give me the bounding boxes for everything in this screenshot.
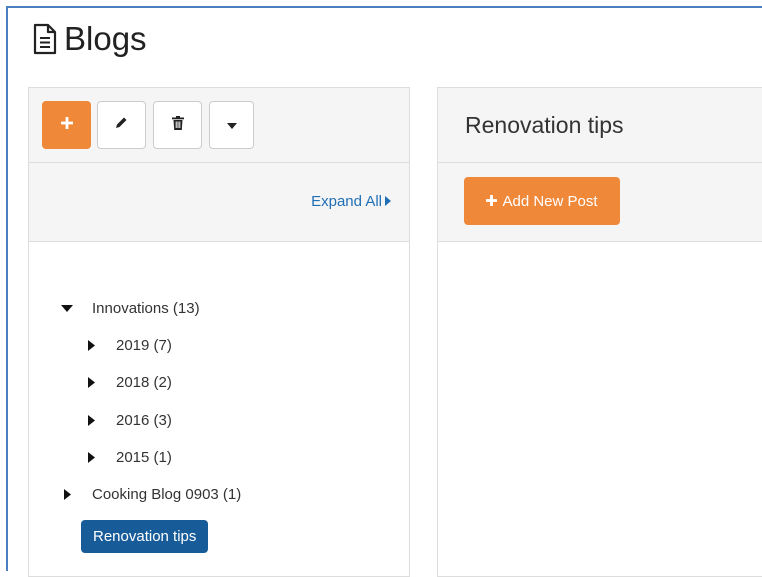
- expand-all-label: Expand All: [311, 193, 382, 210]
- plus-icon: [486, 193, 498, 210]
- tree-node-2019[interactable]: 2019 (7): [84, 337, 172, 354]
- blog-detail-panel: Renovation tips Add New Post: [437, 87, 762, 577]
- add-new-post-label: Add New Post: [502, 192, 598, 210]
- caret-right-icon[interactable]: [84, 377, 98, 388]
- tree-node-cooking-blog[interactable]: Cooking Blog 0903 (1): [60, 486, 241, 503]
- caret-right-icon: [385, 193, 391, 210]
- delete-button[interactable]: [153, 101, 202, 149]
- tree-node-label: 2016 (3): [116, 412, 172, 429]
- pencil-icon: [115, 116, 128, 134]
- add-new-post-button[interactable]: Add New Post: [464, 177, 620, 225]
- tree-controls: Expand All: [29, 163, 409, 242]
- caret-right-icon[interactable]: [84, 452, 98, 463]
- detail-toolbar: Add New Post: [438, 163, 762, 242]
- tree-node-label: 2018 (2): [116, 374, 172, 391]
- caret-right-icon[interactable]: [84, 340, 98, 351]
- tree-node-label: Cooking Blog 0903 (1): [92, 486, 242, 503]
- page-title: Blogs: [32, 20, 147, 58]
- caret-right-icon[interactable]: [84, 415, 98, 426]
- document-icon: [32, 23, 58, 55]
- caret-down-icon: [226, 116, 237, 134]
- tree-node-innovations[interactable]: Innovations (13): [60, 300, 200, 317]
- detail-title: Renovation tips: [465, 112, 624, 138]
- tree-node-label: 2015 (1): [116, 449, 172, 466]
- caret-right-icon[interactable]: [60, 489, 74, 500]
- add-button[interactable]: [42, 101, 91, 149]
- expand-all-link[interactable]: Expand All: [311, 193, 391, 210]
- edit-button[interactable]: [97, 101, 146, 149]
- caret-down-icon[interactable]: [60, 305, 74, 312]
- tree-node-renovation-tips-selected[interactable]: Renovation tips: [81, 520, 209, 553]
- plus-icon: [60, 116, 73, 134]
- tree-node-2018[interactable]: 2018 (2): [84, 374, 172, 391]
- tree-node-label: Innovations (13): [92, 300, 200, 317]
- tree-node-label: 2019 (7): [116, 337, 172, 354]
- more-dropdown-button[interactable]: [209, 101, 254, 149]
- page-title-text: Blogs: [64, 20, 147, 57]
- detail-header: Renovation tips: [438, 88, 762, 163]
- tree-node-2016[interactable]: 2016 (3): [84, 412, 172, 429]
- trash-icon: [171, 115, 184, 135]
- blog-tree-panel: Expand All Innovations (13) 2019 (7) 201…: [28, 87, 410, 577]
- tree-toolbar: [29, 88, 409, 163]
- tree-node-2015[interactable]: 2015 (1): [84, 449, 172, 466]
